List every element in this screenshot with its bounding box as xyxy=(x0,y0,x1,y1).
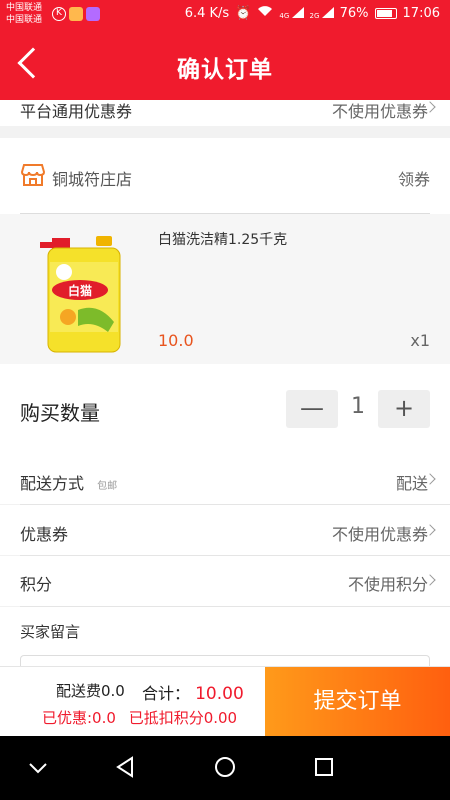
home-icon[interactable] xyxy=(214,756,236,778)
status-bar: 中国联通 中国联通 K 6.4 K/s ⏰ 4G 2G 76% 17:06 xyxy=(0,0,450,30)
store-icon xyxy=(20,164,46,186)
discount-text: 已优惠:0.0 xyxy=(42,709,116,727)
points-deducted-text: 已抵扣积分0.00 xyxy=(128,709,238,727)
wifi-icon xyxy=(257,5,273,21)
signal-icon: 2G xyxy=(309,6,334,20)
store-name[interactable]: 铜城符庄店 xyxy=(52,166,132,190)
platform-coupon-label: 平台通用优惠券 xyxy=(20,102,133,121)
quantity-row: 购买数量 — 1 + xyxy=(0,364,450,454)
product-price: 10.0 xyxy=(158,331,194,350)
signal-type-label: 2G xyxy=(309,11,320,20)
product-brand-label: 白猫 xyxy=(68,283,92,298)
total-value: 10.00 xyxy=(195,684,244,704)
delivery-label: 配送方式 xyxy=(20,474,85,493)
platform-coupon-row[interactable]: 平台通用优惠券 不使用优惠券 xyxy=(0,100,450,126)
submit-order-button[interactable]: 提交订单 xyxy=(265,667,450,737)
points-value: 不使用积分 xyxy=(347,575,428,594)
notification-icons: K xyxy=(52,7,100,21)
quantity-label: 购买数量 xyxy=(20,401,100,425)
decrement-button[interactable]: — xyxy=(286,390,338,428)
carrier-info: 中国联通 中国联通 xyxy=(6,2,42,26)
shipping-fee: 配送费0.0 xyxy=(56,682,125,700)
hide-keyboard-icon[interactable] xyxy=(28,762,48,774)
recent-apps-icon[interactable] xyxy=(314,757,334,777)
store-header: 铜城符庄店 领券 xyxy=(0,138,450,214)
battery-icon xyxy=(374,7,397,19)
quantity-value[interactable]: 1 xyxy=(340,394,376,419)
battery-percent: 76% xyxy=(339,5,369,21)
navbar: 确认订单 xyxy=(0,30,450,100)
coupon-label: 优惠券 xyxy=(20,525,69,544)
total-group: 合计： 10.00 xyxy=(142,680,244,704)
buyer-message-label: 买家留言 xyxy=(20,623,81,641)
k-app-icon: K xyxy=(52,7,66,21)
signal-icon: 4G xyxy=(279,6,304,20)
product-name: 白猫洗洁精1.25千克 xyxy=(158,232,288,248)
points-row[interactable]: 积分 不使用积分 xyxy=(0,556,450,606)
delivery-row[interactable]: 配送方式 包邮 配送 xyxy=(0,454,450,504)
coupon-row[interactable]: 优惠券 不使用优惠券 xyxy=(0,505,450,555)
delivery-value: 配送 xyxy=(395,474,428,493)
coupon-value: 不使用优惠券 xyxy=(331,525,428,544)
back-icon[interactable] xyxy=(114,756,136,778)
platform-coupon-value: 不使用优惠券 xyxy=(331,102,428,121)
checkout-bar: 配送费0.0 合计： 10.00 已优惠:0.0 已抵扣积分0.00 提交订单 xyxy=(0,666,450,737)
network-speed: 6.4 K/s xyxy=(184,5,230,21)
system-nav-bar xyxy=(0,736,450,800)
alarm-icon: ⏰ xyxy=(235,5,252,21)
get-coupon-link[interactable]: 领券 xyxy=(398,166,430,190)
discount-summary: 已优惠:0.0 已抵扣积分0.00 xyxy=(42,707,237,728)
carrier-label: 中国联通 xyxy=(6,15,43,25)
signal-type-label: 4G xyxy=(279,11,290,20)
product-item[interactable]: 白猫 白猫洗洁精1.25千克 10.0 x1 xyxy=(0,214,450,364)
product-image: 白猫 xyxy=(40,236,121,353)
increment-button[interactable]: + xyxy=(378,390,430,428)
page-title: 确认订单 xyxy=(177,57,273,83)
app-icon xyxy=(86,7,100,21)
clock: 17:06 xyxy=(402,5,440,21)
delivery-label-group: 配送方式 包邮 xyxy=(20,470,117,494)
points-label: 积分 xyxy=(20,575,53,594)
free-shipping-tag: 包邮 xyxy=(97,481,118,492)
carrier-label: 中国联通 xyxy=(6,3,43,13)
bag-app-icon xyxy=(69,7,83,21)
total-label: 合计： xyxy=(142,684,191,703)
status-right: 6.4 K/s ⏰ 4G 2G 76% 17:06 xyxy=(185,5,440,21)
product-quantity: x1 xyxy=(410,331,430,350)
